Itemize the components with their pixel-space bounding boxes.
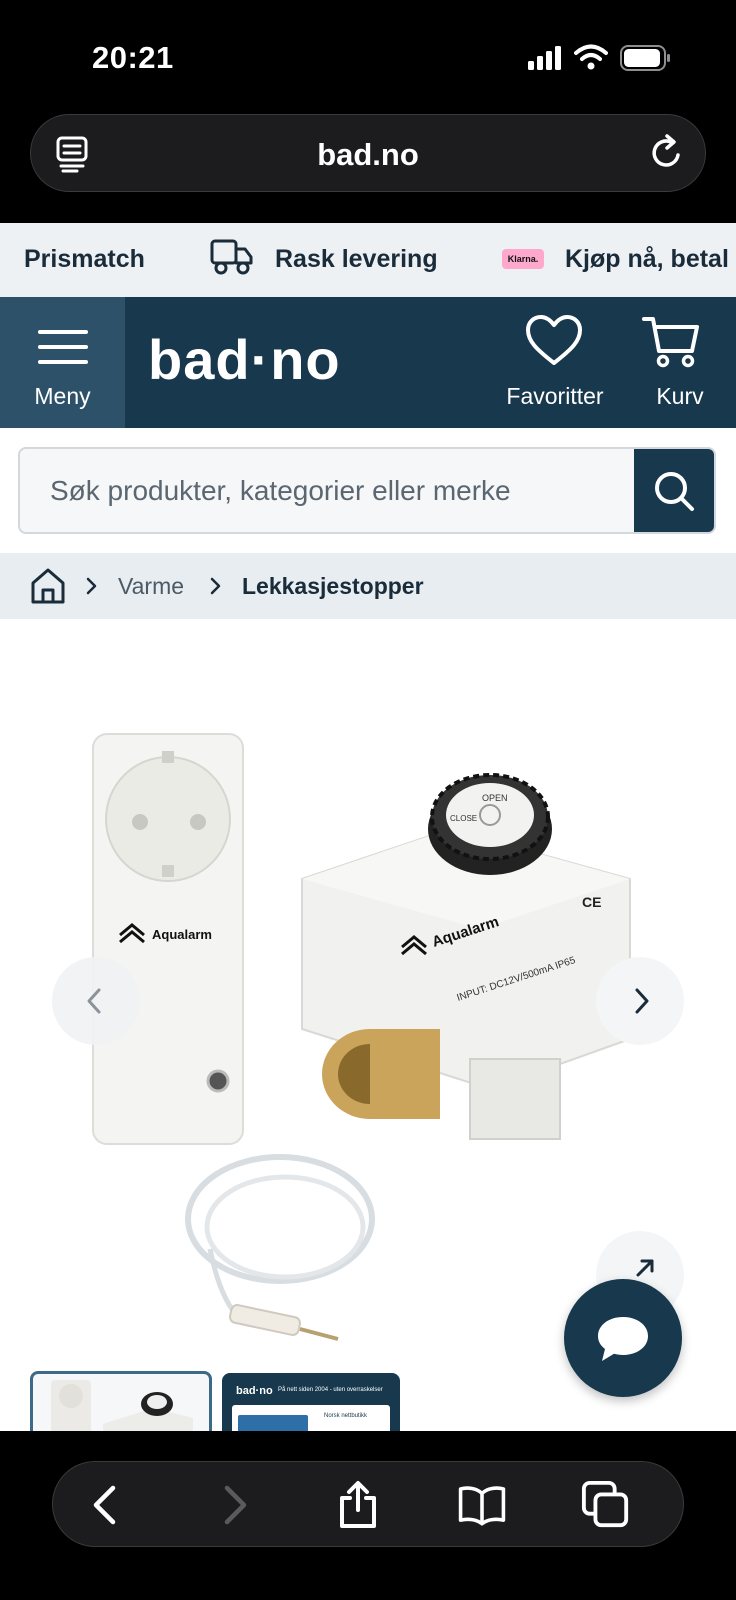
share-icon[interactable] — [333, 1480, 383, 1530]
search-icon — [655, 472, 694, 511]
status-time: 20:21 — [92, 40, 174, 75]
thumbnail-2-text: Norsk nettbutikk — [324, 1413, 368, 1419]
browser-bottom-area — [0, 1431, 736, 1600]
plug-brand-label: Aqualarm — [152, 927, 212, 942]
promo-prismatch[interactable]: Prismatch — [24, 245, 145, 274]
thumbnail-2-tagline: På nett siden 2004 - uten overraskelser — [278, 1387, 383, 1393]
promo-rask-levering[interactable]: Rask levering — [275, 245, 438, 274]
ce-mark: CE — [582, 894, 601, 910]
chevron-right-icon — [635, 988, 649, 1014]
next-image-button[interactable] — [596, 957, 684, 1045]
wifi-icon — [574, 44, 608, 70]
truck-icon — [210, 239, 253, 275]
bookmarks-icon[interactable] — [457, 1480, 507, 1530]
menu-button[interactable]: Meny — [0, 297, 125, 428]
product-image[interactable]: Aqualarm OPEN CLOSE Aqualarm INPUT: DC12… — [70, 679, 670, 1359]
menu-label: Meny — [34, 383, 91, 409]
chevron-right-icon — [210, 577, 221, 595]
product-gallery: Aqualarm OPEN CLOSE Aqualarm INPUT: DC12… — [0, 619, 736, 1443]
back-icon[interactable] — [81, 1480, 131, 1530]
promo-strip: Prismatch Rask levering Klarna. Kjøp nå,… — [0, 223, 736, 297]
favorites-label: Favoritter — [506, 383, 604, 409]
cellular-signal-icon — [528, 46, 561, 70]
thumbnail-2-logo: bad·no — [236, 1385, 273, 1397]
chat-icon — [598, 1317, 648, 1361]
cart-button[interactable]: Kurv — [630, 297, 730, 428]
menu-icon — [38, 330, 88, 364]
favorites-button[interactable]: Favoritter — [496, 297, 614, 428]
knob-close-label: CLOSE — [450, 814, 477, 823]
site-header: Meny bad·no Favoritter Kurv — [0, 297, 736, 428]
search-input[interactable] — [20, 449, 636, 532]
battery-icon — [620, 45, 670, 71]
reload-icon[interactable] — [647, 133, 687, 173]
cart-icon — [642, 317, 699, 368]
breadcrumb-item-varme[interactable]: Varme — [118, 573, 184, 600]
promo-klarna[interactable]: Kjøp nå, betal — [565, 245, 729, 274]
address-bar[interactable]: bad.no — [30, 114, 706, 192]
url-text[interactable]: bad.no — [31, 137, 705, 173]
heart-icon — [526, 315, 582, 365]
browser-top-area: 20:21 bad.no — [0, 0, 736, 223]
klarna-badge: Klarna. — [502, 249, 544, 269]
breadcrumb-item-current: Lekkasjestopper — [242, 573, 424, 599]
search-button[interactable] — [634, 449, 714, 532]
chevron-right-icon — [86, 577, 97, 595]
home-icon[interactable] — [30, 567, 66, 605]
breadcrumb: Varme Lekkasjestopper — [0, 553, 736, 619]
site-logo[interactable]: bad·no — [148, 327, 341, 392]
cart-label: Kurv — [656, 383, 704, 409]
forward-icon[interactable] — [209, 1480, 259, 1530]
search-bar — [18, 447, 716, 534]
tabs-overview-icon[interactable] — [581, 1480, 631, 1530]
previous-image-button[interactable] — [52, 957, 140, 1045]
browser-toolbar — [52, 1461, 684, 1547]
chat-button[interactable] — [564, 1279, 682, 1397]
knob-open-label: OPEN — [482, 793, 508, 803]
chevron-left-icon — [87, 988, 101, 1014]
